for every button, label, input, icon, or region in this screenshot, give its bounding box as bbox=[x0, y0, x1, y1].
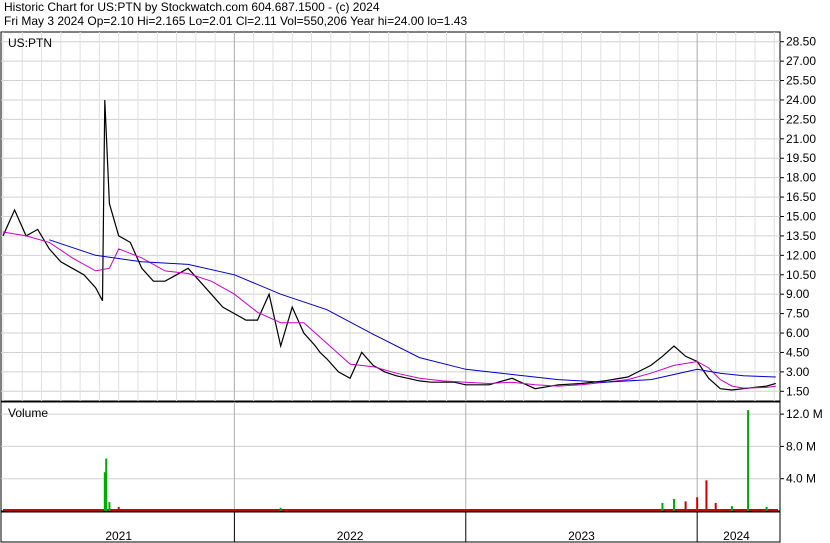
volume-bar bbox=[714, 502, 717, 511]
price-tick-label: 13.50 bbox=[786, 229, 816, 243]
price-tick-label: 4.50 bbox=[786, 345, 810, 359]
stock-chart: US:PTN 28.50 27.00 25.50 24.00 22.50 21.00 19.… bbox=[0, 31, 823, 543]
volume-panel-title: Volume bbox=[8, 406, 48, 420]
volume-bar bbox=[765, 506, 768, 511]
price-tick-label: 9.00 bbox=[786, 287, 810, 301]
price-tick-label: 3.00 bbox=[786, 365, 810, 379]
volume-bar bbox=[747, 410, 750, 511]
price-tick-label: 19.50 bbox=[786, 151, 816, 165]
price-tick-label: 7.50 bbox=[786, 307, 810, 321]
volume-axis: 12.0 M 8.0 M 4.0 M bbox=[780, 407, 823, 486]
volume-bar bbox=[673, 498, 676, 511]
time-axis-label: 2024 bbox=[723, 529, 750, 543]
volume-tick-label: 8.0 M bbox=[786, 439, 816, 453]
price-tick-label: 12.00 bbox=[786, 248, 816, 262]
volume-tick-label: 12.0 M bbox=[786, 407, 823, 421]
volume-bar bbox=[117, 506, 120, 511]
price-tick-label: 10.50 bbox=[786, 268, 816, 282]
price-tick-label: 28.50 bbox=[786, 35, 816, 49]
time-axis-label: 2023 bbox=[568, 529, 595, 543]
price-tick-label: 21.00 bbox=[786, 132, 816, 146]
price-tick-label: 18.00 bbox=[786, 171, 816, 185]
price-tick-label: 27.00 bbox=[786, 54, 816, 68]
price-tick-label: 25.50 bbox=[786, 74, 816, 88]
price-tick-label: 15.00 bbox=[786, 210, 816, 224]
volume-bar bbox=[684, 501, 687, 511]
price-tick-label: 16.50 bbox=[786, 190, 816, 204]
volume-bar bbox=[730, 506, 733, 511]
price-tick-label: 22.50 bbox=[786, 112, 816, 126]
price-tick-label: 6.00 bbox=[786, 326, 810, 340]
price-tick-label: 1.50 bbox=[786, 384, 810, 398]
price-panel-title: US:PTN bbox=[8, 36, 52, 50]
volume-bar bbox=[705, 480, 708, 511]
volume-bar bbox=[105, 458, 108, 511]
volume-bar bbox=[696, 497, 699, 511]
volume-bar bbox=[661, 502, 664, 511]
price-axis: 28.50 27.00 25.50 24.00 22.50 21.00 19.50 18.00… bbox=[780, 35, 816, 398]
volume-panel bbox=[0, 401, 781, 512]
price-year-grid bbox=[2, 32, 775, 401]
volume-bar bbox=[108, 502, 111, 511]
time-axis-label: 2021 bbox=[105, 529, 132, 543]
price-tick-label: 24.00 bbox=[786, 93, 816, 107]
time-axis-label: 2022 bbox=[337, 529, 364, 543]
volume-bar bbox=[279, 507, 282, 511]
volume-tick-label: 4.0 M bbox=[786, 472, 816, 486]
